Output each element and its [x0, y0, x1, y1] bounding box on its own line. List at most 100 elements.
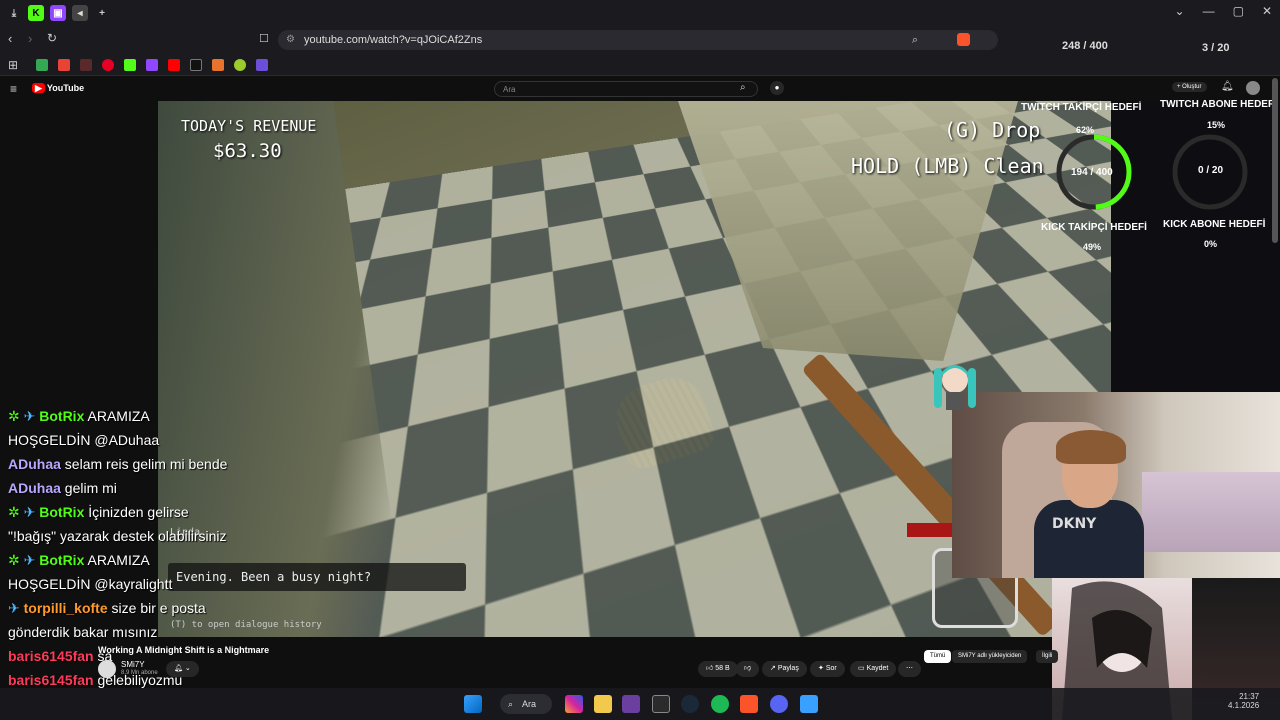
- chip-all[interactable]: Tümü: [924, 650, 952, 663]
- file-explorer-icon[interactable]: [594, 695, 612, 713]
- streamer-hair: [1056, 430, 1126, 464]
- chat-text: ARAMIZA: [87, 552, 150, 568]
- chip-related[interactable]: İlgili: [1036, 650, 1059, 663]
- epic-games-icon[interactable]: [652, 695, 670, 713]
- chat-message: ✈ torpilli_kofte size bir e posta: [8, 600, 206, 617]
- scrollbar[interactable]: [1272, 78, 1278, 243]
- youtube-bookmark-icon[interactable]: [168, 58, 180, 71]
- youtube-logo-text: YouTube: [46, 83, 85, 93]
- download-icon[interactable]: ⤓: [6, 5, 22, 21]
- channel-name[interactable]: SMi7Y: [121, 660, 145, 669]
- chat-text: "!bağış" yazarak destek olabilirsiniz: [8, 528, 227, 544]
- revenue-value: $63.30: [213, 140, 282, 162]
- minimize-icon[interactable]: —: [1203, 4, 1215, 18]
- chat-username[interactable]: torpilli_kofte: [24, 600, 108, 616]
- search-input[interactable]: Ara: [494, 81, 758, 97]
- save-button[interactable]: ▭ Kaydet: [850, 661, 897, 677]
- reload-icon[interactable]: ↻: [47, 31, 57, 45]
- close-icon[interactable]: ✕: [1262, 4, 1272, 18]
- menu-icon[interactable]: ≡: [10, 82, 17, 96]
- audio-tab-icon[interactable]: ◂: [72, 5, 88, 21]
- vk-bookmark-icon[interactable]: [80, 58, 92, 71]
- like-count: 58 B: [715, 665, 730, 672]
- chat-username[interactable]: BotRix: [39, 408, 84, 424]
- windows-start-icon[interactable]: [464, 695, 482, 713]
- like-button[interactable]: 👍︎ 58 B: [698, 661, 738, 677]
- chat-message: ✲ ✈ BotRix ARAMIZA: [8, 408, 150, 425]
- forward-icon[interactable]: ›: [28, 31, 32, 46]
- bookmark-icon-3[interactable]: [234, 58, 246, 71]
- taskbar-search[interactable]: ⌕ Ara: [500, 694, 552, 714]
- sword-badge-icon: ✈: [23, 552, 40, 568]
- site-info-icon[interactable]: ⚙: [286, 30, 295, 50]
- twitch-tab-icon[interactable]: ▣: [50, 5, 66, 21]
- spotify-icon[interactable]: [711, 695, 729, 713]
- twitch-bookmark-icon[interactable]: [146, 58, 158, 71]
- chat-text: selam reis gelim mi bende: [64, 456, 228, 472]
- chat-text: size bir e posta: [111, 600, 206, 616]
- chat-username[interactable]: ADuhaa: [8, 456, 61, 472]
- kick-sub-goal-pct: 0%: [1204, 239, 1218, 249]
- create-label: Oluştur: [1182, 84, 1202, 90]
- chip-channel[interactable]: SMi7Y adlı yükleyiciden: [952, 650, 1028, 663]
- apps-grid-icon[interactable]: ⊞: [8, 58, 18, 72]
- more-button[interactable]: ⋯: [898, 661, 921, 677]
- app-icon[interactable]: [622, 695, 640, 713]
- chat-username[interactable]: baris6145fan: [8, 672, 94, 688]
- subscribed-button[interactable]: 🔔︎ ⌄: [166, 661, 199, 677]
- brave-icon[interactable]: [740, 695, 758, 713]
- shirt-logo: DKNY: [1052, 516, 1097, 532]
- create-button[interactable]: + Oluştur: [1172, 82, 1207, 92]
- miku-sticker-icon: [934, 365, 976, 410]
- ask-button[interactable]: ✦ Sor: [810, 661, 845, 677]
- zoom-icon[interactable]: ⌕: [912, 30, 918, 50]
- sword-badge-icon: ✈: [8, 600, 24, 616]
- pinterest-bookmark-icon[interactable]: [102, 58, 114, 71]
- maximize-icon[interactable]: ▢: [1233, 4, 1244, 18]
- chat-username[interactable]: baris6145fan: [8, 648, 94, 664]
- dialog-history-hint: (T) to open dialogue history: [170, 620, 322, 630]
- avatar[interactable]: [1246, 81, 1260, 95]
- bed: [1142, 472, 1280, 552]
- bookmark-icon-2[interactable]: [212, 58, 224, 71]
- share-button[interactable]: ↗ Paylaş: [762, 661, 807, 677]
- kick-tab-icon[interactable]: K: [28, 5, 44, 21]
- ask-label: Sor: [825, 665, 837, 672]
- clock-date: 4.1.2026: [1228, 701, 1260, 710]
- back-icon[interactable]: ‹: [8, 31, 12, 46]
- address-bar[interactable]: ⚙ youtube.com/watch?v=qJOiCAf2Zns ⌕: [278, 30, 998, 50]
- chat-text: İçinizden gelirse: [88, 504, 189, 520]
- steam-icon[interactable]: [681, 695, 699, 713]
- gmail-bookmark-icon[interactable]: [58, 58, 70, 71]
- chat-text: gönderdik bakar mısınız: [8, 624, 158, 640]
- brave-shield-icon[interactable]: [957, 33, 970, 46]
- notification-bell-icon[interactable]: 🔔︎: [1221, 81, 1234, 92]
- search-icon[interactable]: ⌕: [740, 82, 746, 93]
- discord-icon[interactable]: [770, 695, 788, 713]
- bookmark-icon-4[interactable]: [256, 58, 268, 71]
- chevron-down-icon[interactable]: ⌄: [1175, 4, 1185, 18]
- chat-username[interactable]: BotRix: [39, 504, 84, 520]
- new-tab-icon[interactable]: +: [94, 5, 110, 21]
- window-controls: ⌄ — ▢ ✕: [1175, 4, 1272, 18]
- microphone-icon[interactable]: ●: [770, 81, 784, 95]
- taskbar-clock[interactable]: 21:37 4.1.2026: [1228, 692, 1259, 710]
- video-title: Working A Midnight Shift is a Nightmare: [98, 645, 270, 655]
- twitch-sub-goal-title: TWITCH ABONE HEDEFİ: [1160, 99, 1277, 110]
- chat-username[interactable]: BotRix: [39, 552, 84, 568]
- bookmark-icon[interactable]: ☐: [259, 32, 269, 45]
- left-shelf: [158, 101, 408, 637]
- kick-follow-value: 194 / 400: [1071, 167, 1113, 178]
- channel-avatar[interactable]: [98, 660, 116, 678]
- youtube-logo[interactable]: ▶ YouTube: [32, 83, 84, 94]
- maps-bookmark-icon[interactable]: [36, 58, 48, 71]
- chat-username[interactable]: ADuhaa: [8, 480, 61, 496]
- app-icon-2[interactable]: [800, 695, 818, 713]
- x-bookmark-icon[interactable]: [190, 58, 202, 71]
- chat-text: HOŞGELDİN @ADuhaa: [8, 432, 160, 448]
- kick-bookmark-icon[interactable]: [124, 58, 136, 71]
- chat-text: HOŞGELDİN @kayralightt: [8, 576, 173, 592]
- dislike-button[interactable]: 👎︎: [736, 661, 760, 677]
- instagram-icon[interactable]: [565, 695, 583, 713]
- taskbar-search-label: Ara: [522, 699, 537, 709]
